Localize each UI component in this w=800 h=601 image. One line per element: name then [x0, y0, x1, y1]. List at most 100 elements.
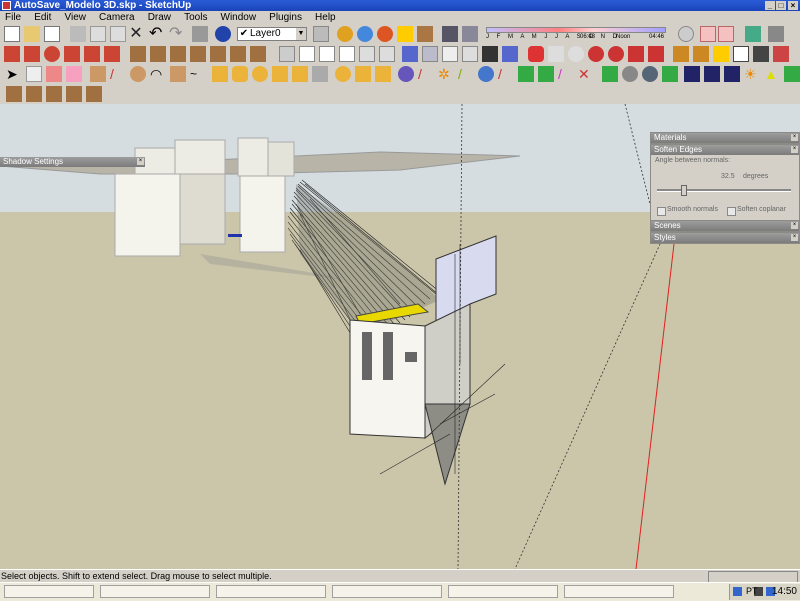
chevron-down-icon[interactable]: ▼ [296, 28, 306, 40]
rotate-icon[interactable] [44, 46, 60, 62]
soften-edges-panel[interactable]: Soften Edges × Angle between normals: 32… [650, 144, 800, 226]
pencil-icon[interactable]: / [458, 66, 474, 82]
globe-icon[interactable] [357, 26, 373, 42]
back-view-icon[interactable] [210, 46, 226, 62]
close-icon[interactable]: × [137, 158, 144, 165]
xray-icon[interactable] [279, 46, 295, 62]
component-icon[interactable] [397, 26, 413, 42]
make-component-icon[interactable] [26, 66, 42, 82]
rectangle-icon[interactable] [90, 66, 106, 82]
cut-icon[interactable] [70, 26, 86, 42]
flower-icon[interactable] [773, 46, 789, 62]
look-around-icon[interactable] [693, 46, 709, 62]
sheet-icon[interactable] [462, 46, 478, 62]
offset-icon[interactable] [104, 46, 120, 62]
top-view-icon[interactable] [150, 46, 166, 62]
menu-window[interactable]: Window [216, 11, 262, 24]
soften-coplanar-checkbox[interactable] [727, 207, 736, 216]
warehouse-icon[interactable] [377, 26, 393, 42]
freehand-icon[interactable]: ~ [190, 66, 206, 82]
earth-icon[interactable] [337, 26, 353, 42]
open-icon[interactable] [24, 26, 40, 42]
next-view-icon[interactable] [648, 46, 664, 62]
section-display-icon[interactable] [718, 26, 734, 42]
styles-title[interactable]: Styles × [651, 233, 799, 243]
line-icon[interactable]: / [110, 66, 126, 82]
redo-icon[interactable]: ↷ [169, 26, 185, 42]
arc-icon[interactable]: ◠ [150, 66, 166, 82]
sandbox-contours-icon[interactable] [6, 86, 22, 102]
styles-panel[interactable]: Styles × [650, 232, 800, 244]
layer-icon[interactable] [313, 26, 329, 42]
walk-icon[interactable] [745, 26, 761, 42]
camera-icon[interactable] [768, 26, 784, 42]
perspective-icon[interactable] [250, 46, 266, 62]
drape-icon[interactable] [86, 86, 102, 102]
angle-slider-thumb[interactable] [681, 185, 688, 196]
close-icon[interactable]: × [791, 146, 798, 153]
lathe-icon[interactable] [398, 66, 414, 82]
orbit-icon[interactable] [678, 26, 694, 42]
refresh-icon[interactable] [478, 66, 494, 82]
zoom-extents-icon[interactable] [608, 46, 624, 62]
minimize-button[interactable]: _ [765, 1, 775, 10]
curve-icon[interactable]: / [418, 66, 434, 82]
taskbar-item[interactable] [564, 585, 674, 598]
measure-icon[interactable] [713, 46, 729, 62]
language-indicator[interactable]: PT [746, 586, 758, 596]
wand-icon[interactable]: / [558, 66, 574, 82]
select-icon[interactable]: ➤ [6, 66, 22, 82]
zoom-window-icon[interactable] [588, 46, 604, 62]
menu-help[interactable]: Help [310, 11, 341, 24]
menu-view[interactable]: View [59, 11, 91, 24]
cylinder-icon[interactable] [232, 66, 248, 82]
taskbar-item[interactable] [100, 585, 210, 598]
fog-icon[interactable] [462, 26, 478, 42]
follow-me-icon[interactable] [64, 46, 80, 62]
axes-icon[interactable] [753, 46, 769, 62]
pause-icon[interactable] [642, 66, 658, 82]
smoove-icon[interactable] [46, 86, 62, 102]
cone-icon[interactable] [272, 66, 288, 82]
iso-view-icon[interactable] [130, 46, 146, 62]
box-prim-icon[interactable] [212, 66, 228, 82]
angle-slider-track[interactable] [657, 189, 791, 192]
materials-panel[interactable]: Materials × [650, 132, 800, 144]
green-shape-icon[interactable] [518, 66, 534, 82]
circle-icon[interactable] [130, 66, 146, 82]
position-camera-icon[interactable] [673, 46, 689, 62]
menu-draw[interactable]: Draw [143, 11, 176, 24]
paint-bucket-icon[interactable] [46, 66, 62, 82]
play-icon[interactable] [602, 66, 618, 82]
shaded-icon[interactable] [339, 46, 355, 62]
layer-select[interactable]: ✔ Layer0 ▼ [237, 27, 307, 41]
erase-icon[interactable]: ✕ [128, 26, 144, 42]
taskbar-item[interactable] [448, 585, 558, 598]
new-icon[interactable] [4, 26, 20, 42]
tv-icon[interactable] [724, 66, 740, 82]
hidden-line-icon[interactable] [319, 46, 335, 62]
menu-edit[interactable]: Edit [29, 11, 56, 24]
model-info-icon[interactable] [215, 26, 231, 42]
scale-icon[interactable] [84, 46, 100, 62]
close-button[interactable]: × [788, 1, 798, 10]
black-box-icon[interactable] [482, 46, 498, 62]
torus-icon[interactable] [335, 66, 351, 82]
zoom-icon[interactable] [528, 46, 544, 62]
scenes-icon[interactable] [684, 66, 700, 82]
copy-icon[interactable] [90, 26, 106, 42]
shadow-settings-panel[interactable]: Shadow Settings × [0, 157, 145, 167]
sphere-icon[interactable] [252, 66, 268, 82]
save-icon[interactable] [44, 26, 60, 42]
spiral-icon[interactable] [538, 66, 554, 82]
shadow-toggle-icon[interactable] [442, 26, 458, 42]
move-icon[interactable] [4, 46, 20, 62]
pyramid-icon[interactable] [292, 66, 308, 82]
dome-icon[interactable] [375, 66, 391, 82]
wireframe-icon[interactable] [299, 46, 315, 62]
search-icon[interactable] [568, 46, 584, 62]
left-view-icon[interactable] [230, 46, 246, 62]
menu-camera[interactable]: Camera [94, 11, 140, 24]
rewind-icon[interactable] [622, 66, 638, 82]
delete-icon[interactable]: ✕ [578, 66, 594, 82]
